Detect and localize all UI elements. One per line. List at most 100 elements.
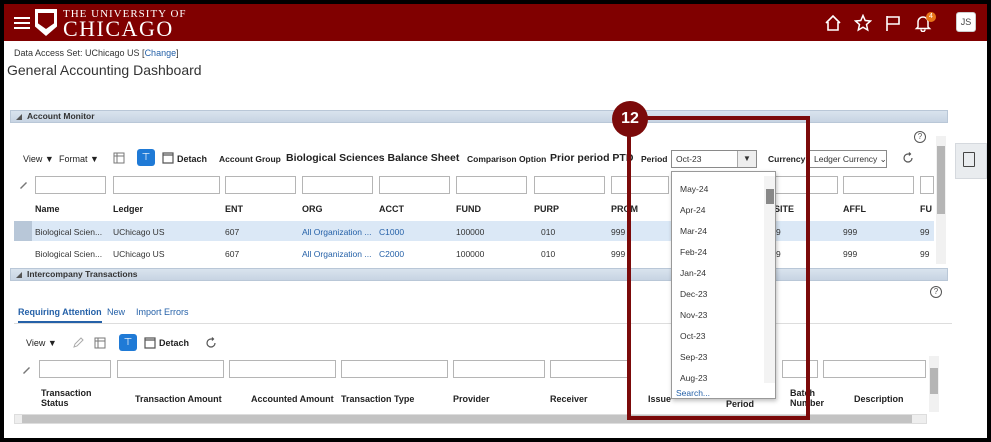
cell-acct-link[interactable]: C2000 — [379, 249, 404, 259]
refresh-icon[interactable] — [902, 152, 914, 164]
account-group-value[interactable]: Biological Sciences Balance Sheet — [286, 152, 459, 164]
filter-acct[interactable] — [379, 176, 450, 194]
query-by-example-button[interactable]: ⊤ — [137, 149, 155, 166]
filter-ledger[interactable] — [113, 176, 220, 194]
tab-requiring-attention[interactable]: Requiring Attention — [18, 307, 102, 323]
star-icon[interactable] — [854, 14, 872, 32]
col-acct[interactable]: ACCT — [379, 204, 404, 214]
filter-purp[interactable] — [534, 176, 605, 194]
tutorial-step-badge: 12 — [612, 101, 648, 137]
cell-ledger: UChicago US — [113, 227, 165, 237]
view-menu[interactable]: View ▼ — [23, 154, 54, 164]
detach-icon[interactable] — [144, 337, 156, 349]
scrollbar-thumb[interactable] — [930, 368, 938, 394]
logo-text-main: CHICAGO — [63, 16, 174, 41]
notification-badge: 4 — [926, 12, 936, 22]
freeze-icon[interactable] — [94, 337, 106, 349]
detach-button[interactable]: Detach — [177, 154, 207, 164]
cell-org-link[interactable]: All Organization ... — [302, 227, 371, 237]
row-selector[interactable] — [14, 221, 32, 241]
cell-name: Biological Scien... — [35, 249, 103, 259]
format-menu[interactable]: Format ▼ — [59, 154, 99, 164]
cell-purp: 010 — [541, 249, 556, 259]
page-title: General Accounting Dashboard — [7, 62, 202, 78]
data-access-label: Data Access Set: UChicago US [ — [14, 48, 145, 58]
cell-org-link[interactable]: All Organization ... — [302, 249, 371, 259]
help-icon[interactable]: ? — [930, 286, 942, 298]
clear-filter-icon[interactable] — [19, 180, 28, 189]
cell-ledger: UChicago US — [113, 249, 165, 259]
tab-new[interactable]: New — [107, 307, 125, 317]
col-provider[interactable]: Provider — [453, 394, 490, 404]
filter-fund[interactable] — [456, 176, 527, 194]
filter-name[interactable] — [35, 176, 106, 194]
filter-transaction-amount[interactable] — [117, 360, 224, 378]
help-icon[interactable]: ? — [914, 131, 926, 143]
col-fu[interactable]: FU — [920, 204, 932, 214]
menu-icon[interactable] — [14, 14, 30, 30]
col-affl[interactable]: AFFL — [843, 204, 866, 214]
col-transaction-type[interactable]: Transaction Type — [341, 394, 414, 404]
view-menu[interactable]: View ▼ — [26, 338, 57, 348]
detach-icon[interactable] — [162, 152, 174, 164]
scrollbar-thumb[interactable] — [937, 146, 945, 214]
col-name[interactable]: Name — [35, 204, 60, 214]
refresh-icon[interactable] — [205, 337, 217, 349]
comparison-option-value[interactable]: Prior period PTD — [550, 152, 633, 164]
filter-transaction-status[interactable] — [39, 360, 111, 378]
cell-fund: 100000 — [456, 249, 485, 259]
cell-prom: 999 — [611, 227, 626, 237]
filter-ent[interactable] — [225, 176, 296, 194]
filter-provider[interactable] — [453, 360, 545, 378]
query-by-example-button[interactable]: ⊤ — [119, 334, 137, 351]
cell-purp: 010 — [541, 227, 556, 237]
col-accounted-amount[interactable]: Accounted Amount — [251, 394, 334, 404]
cell-ent: 607 — [225, 227, 240, 237]
cell-affl: 999 — [843, 227, 858, 237]
edit-icon[interactable] — [73, 337, 84, 348]
tab-import-errors[interactable]: Import Errors — [136, 307, 189, 317]
cell-fu: 99 — [920, 227, 930, 237]
detach-button[interactable]: Detach — [159, 338, 189, 348]
filter-org[interactable] — [302, 176, 373, 194]
col-transaction-status[interactable]: Transaction Status — [41, 388, 111, 408]
data-access-set: Data Access Set: UChicago US [Change] — [14, 48, 179, 58]
col-purp[interactable]: PURP — [534, 204, 559, 214]
filter-affl[interactable] — [843, 176, 914, 194]
flag-icon[interactable] — [884, 14, 902, 32]
filter-transaction-type[interactable] — [341, 360, 448, 378]
filter-description[interactable] — [823, 360, 926, 378]
col-receiver[interactable]: Receiver — [550, 394, 588, 404]
cell-ent: 607 — [225, 249, 240, 259]
clear-filter-icon[interactable] — [22, 365, 31, 374]
user-avatar[interactable]: JS — [956, 12, 976, 32]
col-description[interactable]: Description — [854, 394, 904, 404]
filter-fu[interactable] — [920, 176, 934, 194]
cell-affl: 999 — [843, 249, 858, 259]
cell-prom: 999 — [611, 249, 626, 259]
freeze-icon[interactable] — [113, 152, 125, 164]
app-window: THE UNIVERSITY OF CHICAGO 4 JS Data Acce… — [4, 4, 987, 438]
document-icon[interactable] — [963, 152, 975, 167]
col-ledger[interactable]: Ledger — [113, 204, 143, 214]
data-access-suffix: ] — [176, 48, 179, 58]
cell-name: Biological Scien... — [35, 227, 103, 237]
col-org[interactable]: ORG — [302, 204, 323, 214]
filter-accounted-amount[interactable] — [229, 360, 336, 378]
cell-fund: 100000 — [456, 227, 485, 237]
cell-acct-link[interactable]: C1000 — [379, 227, 404, 237]
currency-select[interactable]: Ledger Currency ⌄ — [809, 150, 887, 168]
tutorial-highlight-box — [627, 116, 810, 420]
change-link[interactable]: Change — [145, 48, 177, 58]
comparison-option-label: Comparison Option — [467, 154, 547, 164]
account-group-label: Account Group — [219, 154, 281, 164]
col-ent[interactable]: ENT — [225, 204, 243, 214]
filter-receiver[interactable] — [550, 360, 628, 378]
col-transaction-amount[interactable]: Transaction Amount — [135, 394, 222, 404]
tabs-divider — [14, 323, 952, 324]
cell-fu: 99 — [920, 249, 930, 259]
home-icon[interactable] — [824, 14, 842, 32]
currency-value: Ledger Currency — [814, 154, 878, 164]
col-fund[interactable]: FUND — [456, 204, 481, 214]
top-navigation-bar: THE UNIVERSITY OF CHICAGO 4 JS — [4, 4, 987, 41]
